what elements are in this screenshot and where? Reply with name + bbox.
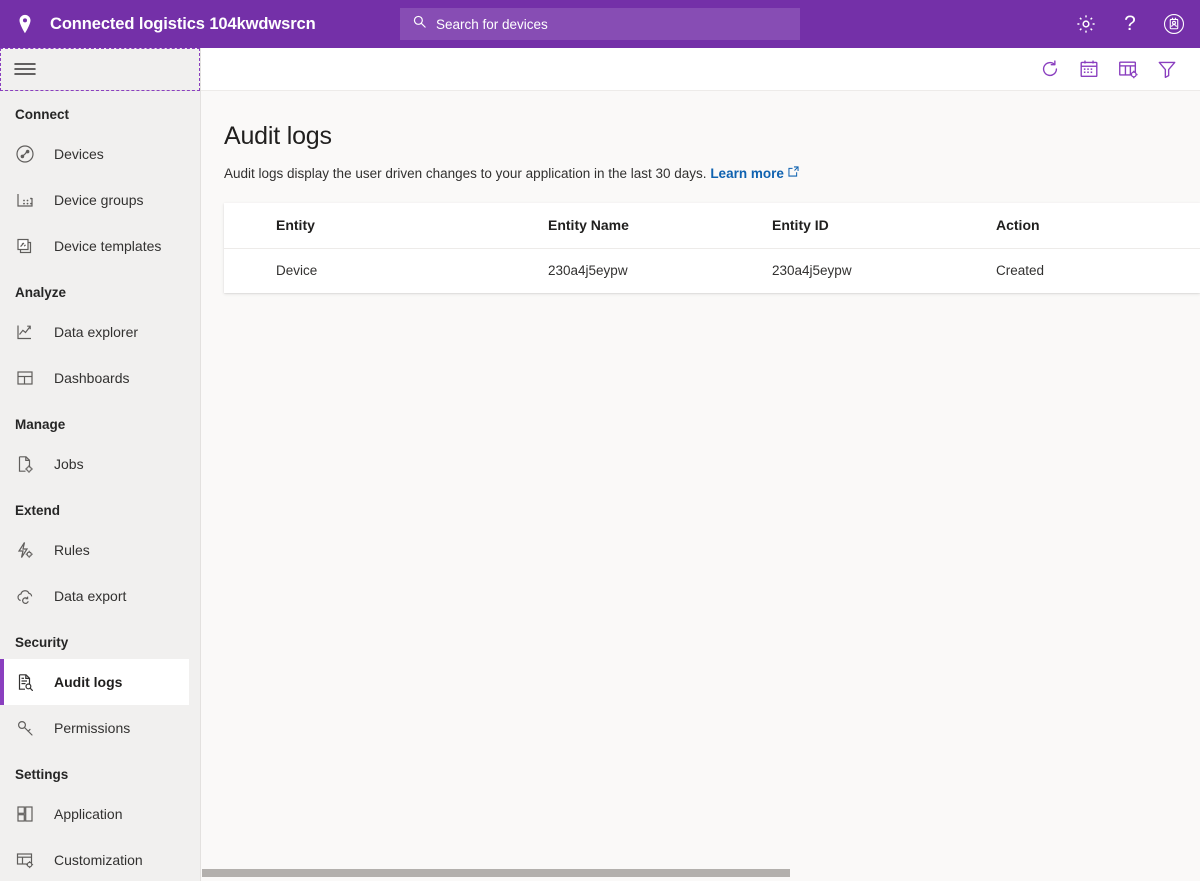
cloud-export-icon: [15, 586, 35, 606]
hamburger-button[interactable]: [0, 48, 200, 91]
application-icon: [15, 804, 35, 824]
sidebar-item-label: Devices: [54, 146, 104, 162]
sidebar-item-label: Jobs: [54, 456, 84, 472]
filter-icon[interactable]: [1156, 58, 1178, 80]
main-content: Audit logs Audit logs display the user d…: [201, 48, 1200, 881]
cell-entity: Device: [224, 248, 496, 293]
device-groups-icon: [15, 190, 35, 210]
sidebar-item-device-templates[interactable]: Device templates: [0, 223, 200, 269]
sidebar-item-application[interactable]: Application: [0, 791, 200, 837]
sidebar-item-label: Permissions: [54, 720, 130, 736]
sidebar-item-label: Customization: [54, 852, 143, 868]
device-templates-icon: [15, 236, 35, 256]
nav-section-security: Security: [0, 619, 200, 659]
key-icon: [15, 718, 35, 738]
page-title: Audit logs: [224, 122, 1200, 151]
sidebar-item-label: Application: [54, 806, 123, 822]
table-header-row: Entity Entity Name Entity ID Action: [224, 203, 1200, 248]
sidebar-item-data-explorer[interactable]: Data explorer: [0, 309, 200, 355]
learn-more-link[interactable]: Learn more: [710, 166, 784, 181]
page-description: Audit logs display the user driven chang…: [224, 166, 1200, 181]
column-header-entity-name[interactable]: Entity Name: [496, 203, 720, 248]
sidebar-item-device-groups[interactable]: Device groups: [0, 177, 200, 223]
refresh-icon[interactable]: [1039, 58, 1061, 80]
brand[interactable]: Connected logistics 104kwdwsrcn: [0, 13, 395, 35]
sidebar-item-label: Device groups: [54, 192, 144, 208]
sidebar-item-label: Audit logs: [54, 674, 122, 690]
search-icon: [412, 14, 427, 34]
sidebar: Connect Devices: [0, 48, 201, 881]
app-title: Connected logistics 104kwdwsrcn: [50, 15, 316, 34]
hamburger-icon: [14, 62, 36, 76]
audit-logs-table: Entity Entity Name Entity ID Action Devi…: [224, 203, 1200, 293]
sidebar-item-label: Data export: [54, 588, 126, 604]
sidebar-item-permissions[interactable]: Permissions: [0, 705, 200, 751]
devices-icon: [15, 144, 35, 164]
horizontal-scrollbar[interactable]: [201, 865, 1200, 881]
sidebar-item-label: Device templates: [54, 238, 161, 254]
customization-icon: [15, 850, 35, 870]
sidebar-item-jobs[interactable]: Jobs: [0, 441, 200, 487]
nav-section-settings: Settings: [0, 751, 200, 791]
page-description-text: Audit logs display the user driven chang…: [224, 166, 707, 181]
user-badge-icon[interactable]: [1163, 13, 1185, 35]
line-chart-icon: [15, 322, 35, 342]
nav-section-analyze: Analyze: [0, 269, 200, 309]
location-pin-icon: [14, 13, 36, 35]
external-link-icon: [784, 166, 799, 181]
column-header-entity-id[interactable]: Entity ID: [720, 203, 944, 248]
search-box[interactable]: [400, 8, 800, 40]
audit-logs-table-card: Entity Entity Name Entity ID Action Devi…: [224, 203, 1200, 293]
dashboard-grid-icon: [15, 368, 35, 388]
rules-bolt-icon: [15, 540, 35, 560]
header-actions: ?: [1075, 13, 1200, 35]
table-row[interactable]: Device 230a4j5eypw 230a4j5eypw Created: [224, 248, 1200, 293]
audit-log-icon: [15, 672, 35, 692]
question-mark-icon[interactable]: ?: [1119, 13, 1141, 35]
sidebar-item-customization[interactable]: Customization: [0, 837, 200, 881]
calendar-icon[interactable]: [1078, 58, 1100, 80]
page-content: Audit logs Audit logs display the user d…: [201, 91, 1200, 293]
sidebar-item-devices[interactable]: Devices: [0, 131, 200, 177]
sidebar-item-dashboards[interactable]: Dashboards: [0, 355, 200, 401]
content-toolbar: [201, 48, 1200, 91]
sidebar-item-rules[interactable]: Rules: [0, 527, 200, 573]
nav-section-connect: Connect: [0, 91, 200, 131]
body-area: Connect Devices: [0, 48, 1200, 881]
column-options-icon[interactable]: [1117, 58, 1139, 80]
sidebar-item-label: Dashboards: [54, 370, 130, 386]
horizontal-scrollbar-thumb[interactable]: [202, 869, 790, 877]
learn-more-label: Learn more: [710, 166, 784, 181]
sidebar-item-label: Rules: [54, 542, 90, 558]
cell-action: Created: [944, 248, 1200, 293]
sidebar-item-label: Data explorer: [54, 324, 138, 340]
column-header-entity[interactable]: Entity: [224, 203, 496, 248]
app-header: Connected logistics 104kwdwsrcn ?: [0, 0, 1200, 48]
column-header-action[interactable]: Action: [944, 203, 1200, 248]
cell-entity-name: 230a4j5eypw: [496, 248, 720, 293]
search-input[interactable]: [436, 17, 788, 32]
gear-icon[interactable]: [1075, 13, 1097, 35]
sidebar-item-audit-logs[interactable]: Audit logs: [0, 659, 189, 705]
nav-section-manage: Manage: [0, 401, 200, 441]
cell-entity-id: 230a4j5eypw: [720, 248, 944, 293]
sidebar-item-data-export[interactable]: Data export: [0, 573, 200, 619]
nav-section-extend: Extend: [0, 487, 200, 527]
jobs-document-icon: [15, 454, 35, 474]
